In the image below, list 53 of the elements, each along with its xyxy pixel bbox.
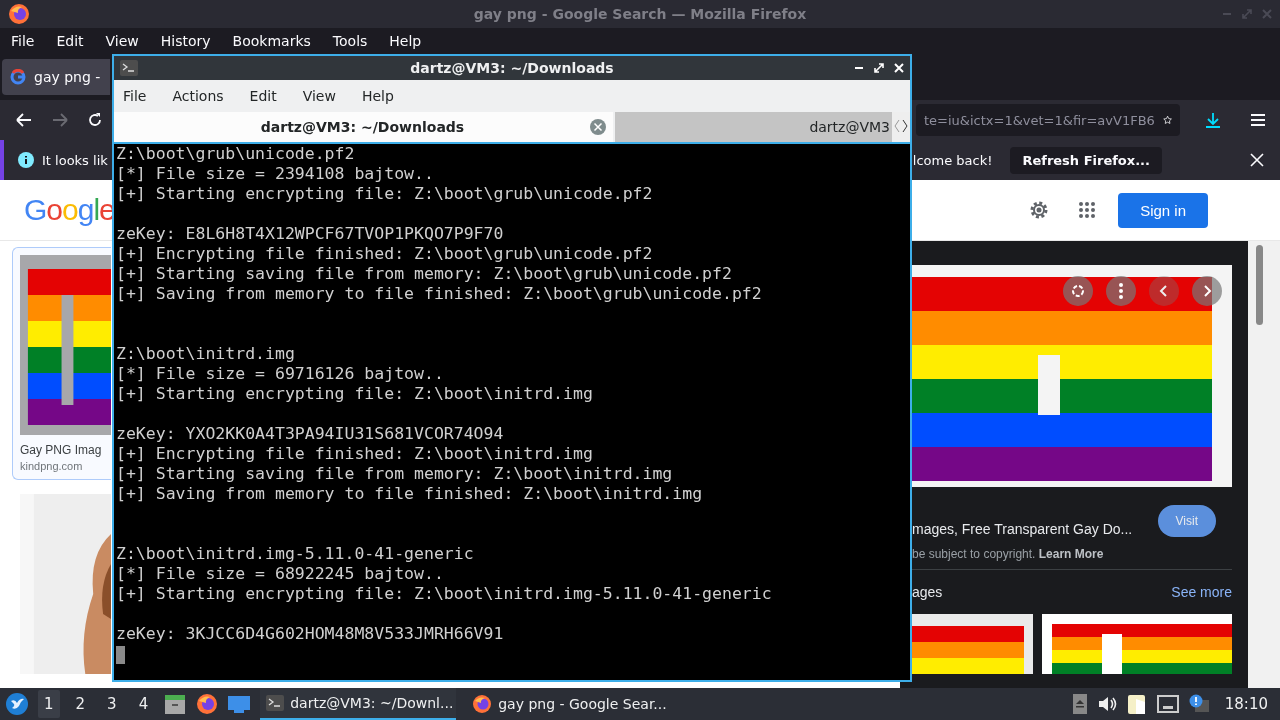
taskbar-task[interactable]: dartz@VM3: ~/Downl... <box>260 688 457 720</box>
menu-item[interactable]: Edit <box>56 33 84 49</box>
terminal-line: zeKey: E8L6H8T4X12WPCF67TVOP1PKQO7P9F70 <box>116 224 505 244</box>
terminal-line: [+] Starting saving file from memory: Z:\boot\initrd.img <box>116 464 674 484</box>
terminal-line: [+] Encrypting file finished: Z:\boot\grub\unicode.pf2 <box>116 244 654 264</box>
workspace-button[interactable]: 2 <box>69 690 92 718</box>
copyright-notice: be subject to copyright. Learn More <box>912 547 1232 570</box>
terminal-line: Z:\boot\initrd.img-5.11.0-41-generic <box>116 544 475 564</box>
browser-tab[interactable]: gay png - <box>2 59 110 95</box>
result-card[interactable]: Gay PNG Imag kindpng.com <box>12 247 111 480</box>
menu-item[interactable]: Edit <box>249 88 277 104</box>
notification-text: lcome back! <box>912 152 993 168</box>
menu-item[interactable]: History <box>160 33 211 49</box>
terminal-tab[interactable]: dartz@VM3: ~/Downloads <box>114 112 615 142</box>
terminal-line: [+] Saving from memory to file finished: Z:\boot\grub\unicode.pf2 <box>116 284 763 304</box>
clock[interactable]: 18:10 <box>1224 695 1268 713</box>
menu-item[interactable]: Bookmarks <box>232 33 311 49</box>
menu-item[interactable]: Help <box>389 33 422 49</box>
terminal-line: [+] Saving from memory to file finished: Z:\boot\initrd.img <box>116 484 704 504</box>
terminal-line: zeKey: 3KJCC6D4G602HOM48M8V533JMRH66V91 <box>116 624 505 644</box>
menu-item[interactable]: File <box>123 88 147 104</box>
terminal-line: [+] Starting encrypting file: Z:\boot\initrd.img-5.11.0-41-generic <box>116 584 773 604</box>
workspace-button[interactable]: 4 <box>132 690 155 718</box>
menu-item[interactable]: File <box>11 33 35 49</box>
menu-item[interactable]: Actions <box>172 88 224 104</box>
notification-text: It looks lik <box>42 152 108 168</box>
window-title: gay png - Google Search — Mozilla Firefox <box>473 6 807 22</box>
terminal-line: [*] File size = 69716126 bajtow.. <box>116 364 445 384</box>
terminal-line: [+] Starting saving file from memory: Z:\boot\grub\unicode.pf2 <box>116 264 733 284</box>
terminal-line: Z:\boot\initrd.img <box>116 344 296 364</box>
terminal-line: Z:\boot\grub\unicode.pf2 <box>116 144 356 164</box>
menu-item[interactable]: Tools <box>332 33 368 49</box>
menu-item[interactable]: Help <box>361 88 394 104</box>
sign-in-button[interactable]: Sign in <box>1118 192 1208 228</box>
terminal-line: [+] Starting encrypting file: Z:\boot\initrd.img <box>116 384 594 404</box>
terminal-tab[interactable]: dartz@VM3 <box>615 112 892 142</box>
result-title[interactable]: Gay PNG Imag <box>20 443 111 457</box>
terminal-line: zeKey: YXO2KK0A4T3PA94IU31S681VCOR74O94 <box>116 424 505 444</box>
workspace-button[interactable]: 1 <box>38 690 60 718</box>
result-source: kindpng.com <box>20 460 84 472</box>
menu-item[interactable]: View <box>105 33 139 49</box>
see-more-link[interactable]: See more <box>1171 584 1232 600</box>
refresh-button[interactable]: Refresh Firefox... <box>1010 146 1162 174</box>
window-title: dartz@VM3: ~/Downloads <box>410 60 614 76</box>
section-title: ages <box>912 584 943 600</box>
address-bar[interactable]: te=iu&ictx=1&vet=1&fir=avV1FB6 <box>916 104 1180 136</box>
workspace-button[interactable]: 3 <box>101 690 123 718</box>
terminal-line: [+] Starting encrypting file: Z:\boot\grub\unicode.pf2 <box>116 184 654 204</box>
terminal-line: [*] File size = 68922245 bajtow.. <box>116 564 445 584</box>
preview-title[interactable]: mages, Free Transparent Gay Do... <box>912 505 1133 537</box>
terminal-line: [*] File size = 2394108 bajtow.. <box>116 164 435 184</box>
terminal-line: [+] Encrypting file finished: Z:\boot\initrd.img <box>116 444 594 464</box>
menu-item[interactable]: View <box>302 88 336 104</box>
